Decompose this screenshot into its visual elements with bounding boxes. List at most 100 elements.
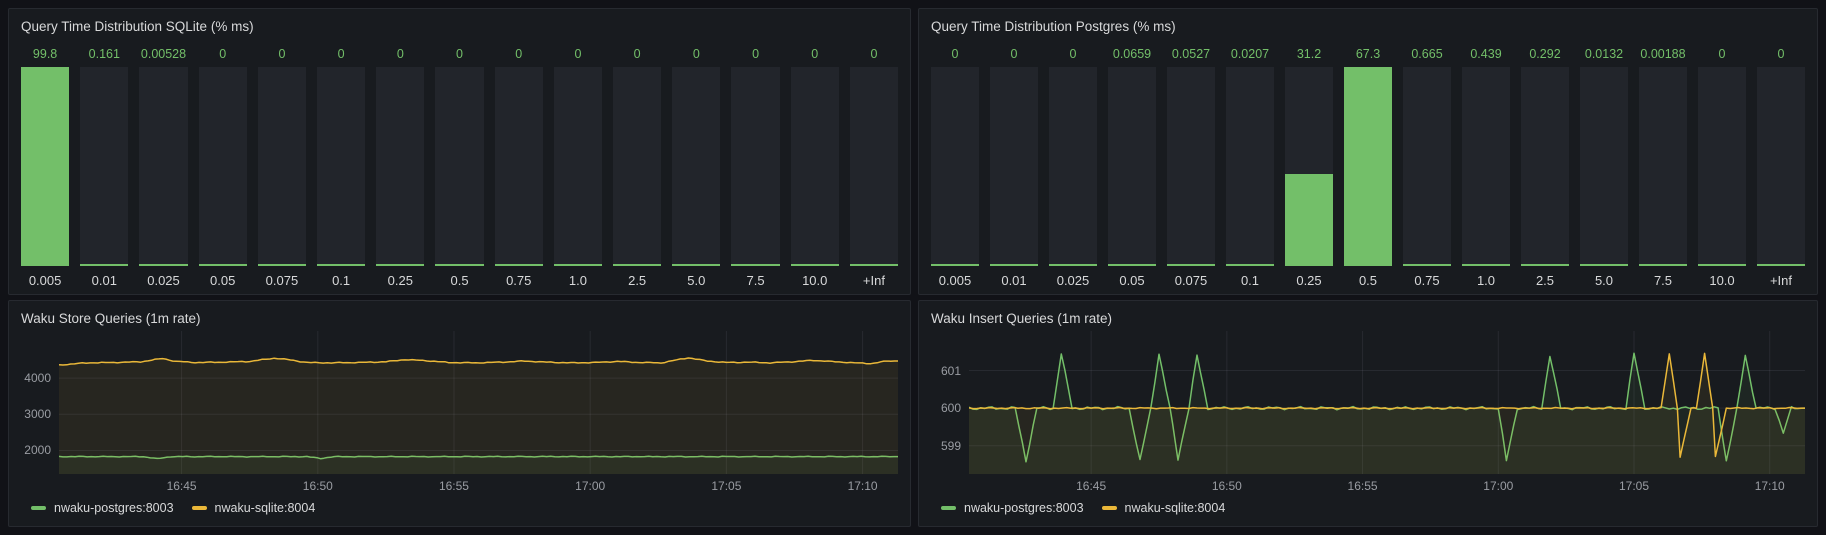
bar-value-label: 0 bbox=[258, 41, 306, 67]
bar-category-label: 7.5 bbox=[1639, 266, 1687, 288]
bar-value-label: 0.00528 bbox=[139, 41, 187, 67]
dashboard-grid: Query Time Distribution SQLite (% ms) 99… bbox=[0, 0, 1826, 535]
bar-category-label: 0.05 bbox=[199, 266, 247, 288]
bar-column: 00.25 bbox=[376, 41, 424, 288]
bar-column: 99.80.005 bbox=[21, 41, 69, 288]
bar-column: 0.01325.0 bbox=[1580, 41, 1628, 288]
bar-track bbox=[1757, 67, 1805, 266]
bar-category-label: 2.5 bbox=[1521, 266, 1569, 288]
panel-title[interactable]: Waku Insert Queries (1m rate) bbox=[931, 309, 1112, 329]
bar-category-label: 0.75 bbox=[1403, 266, 1451, 288]
bar-fill bbox=[672, 264, 720, 266]
bar-category-label: 7.5 bbox=[731, 266, 779, 288]
bar-fill bbox=[1285, 174, 1333, 266]
bar-category-label: 0.075 bbox=[1167, 266, 1215, 288]
panel-query-time-distribution-sqlite: Query Time Distribution SQLite (% ms) 99… bbox=[8, 8, 911, 295]
bar-fill bbox=[1698, 264, 1746, 266]
bar-value-label: 0 bbox=[672, 41, 720, 67]
bar-column: 00.05 bbox=[199, 41, 247, 288]
bar-gauge-chart: 00.00500.0100.0250.06590.050.05270.0750.… bbox=[931, 41, 1805, 288]
bar-track bbox=[1639, 67, 1687, 266]
bar-fill bbox=[1580, 264, 1628, 266]
bar-track bbox=[554, 67, 602, 266]
bar-column: 010.0 bbox=[1698, 41, 1746, 288]
bar-column: 67.30.5 bbox=[1344, 41, 1392, 288]
panel-title[interactable]: Waku Store Queries (1m rate) bbox=[21, 309, 201, 329]
bar-category-label: 0.5 bbox=[435, 266, 483, 288]
y-tick-label: 600 bbox=[941, 401, 961, 415]
bar-column: 0+Inf bbox=[1757, 41, 1805, 288]
bar-category-label: 10.0 bbox=[791, 266, 839, 288]
bar-value-label: 0.0527 bbox=[1167, 41, 1215, 67]
bar-value-label: 0.0207 bbox=[1226, 41, 1274, 67]
panel-title[interactable]: Query Time Distribution SQLite (% ms) bbox=[21, 17, 254, 37]
bar-column: 0+Inf bbox=[850, 41, 898, 288]
bar-value-label: 0 bbox=[613, 41, 661, 67]
bar-column: 02.5 bbox=[613, 41, 661, 288]
bar-track bbox=[376, 67, 424, 266]
bar-track bbox=[139, 67, 187, 266]
bar-category-label: 0.01 bbox=[990, 266, 1038, 288]
bar-column: 00.005 bbox=[931, 41, 979, 288]
x-tick-label: 16:55 bbox=[1348, 479, 1378, 493]
bar-value-label: 0.00188 bbox=[1639, 41, 1687, 67]
bar-category-label: 0.5 bbox=[1344, 266, 1392, 288]
panel-query-time-distribution-postgres: Query Time Distribution Postgres (% ms) … bbox=[918, 8, 1818, 295]
x-tick-label: 17:05 bbox=[711, 479, 741, 493]
y-axis: 599600601 bbox=[931, 331, 969, 474]
x-axis: 16:4516:5016:5517:0017:0517:10 bbox=[21, 474, 898, 496]
x-tick-label: 17:05 bbox=[1619, 479, 1649, 493]
x-axis: 16:4516:5016:5517:0017:0517:10 bbox=[931, 474, 1805, 496]
time-series-chart: 200030004000 16:4516:5016:5517:0017:0517… bbox=[21, 331, 898, 520]
bar-fill bbox=[791, 264, 839, 266]
bar-column: 00.01 bbox=[990, 41, 1038, 288]
y-tick-label: 2000 bbox=[24, 443, 51, 457]
legend-item[interactable]: nwaku-sqlite:8004 bbox=[1102, 501, 1226, 515]
bar-category-label: 0.1 bbox=[317, 266, 365, 288]
bar-category-label: 0.025 bbox=[1049, 266, 1097, 288]
y-tick-label: 599 bbox=[941, 439, 961, 453]
bar-fill bbox=[1639, 264, 1687, 266]
y-tick-label: 4000 bbox=[24, 371, 51, 385]
bar-track bbox=[1462, 67, 1510, 266]
plot-svg bbox=[969, 331, 1805, 474]
bar-fill bbox=[731, 264, 779, 266]
bar-track bbox=[1285, 67, 1333, 266]
bar-column: 0.02070.1 bbox=[1226, 41, 1274, 288]
bar-value-label: 0 bbox=[376, 41, 424, 67]
bar-fill bbox=[850, 264, 898, 266]
bar-column: 05.0 bbox=[672, 41, 720, 288]
bar-value-label: 0 bbox=[1698, 41, 1746, 67]
bar-column: 00.75 bbox=[495, 41, 543, 288]
bar-track bbox=[258, 67, 306, 266]
legend: nwaku-postgres:8003 nwaku-sqlite:8004 bbox=[21, 496, 898, 520]
bar-track bbox=[317, 67, 365, 266]
bar-category-label: 0.025 bbox=[139, 266, 187, 288]
legend-series-label: nwaku-sqlite:8004 bbox=[215, 501, 316, 515]
legend-item[interactable]: nwaku-sqlite:8004 bbox=[192, 501, 316, 515]
bar-category-label: 5.0 bbox=[672, 266, 720, 288]
bar-column: 0.4391.0 bbox=[1462, 41, 1510, 288]
panel-waku-insert-queries: Waku Insert Queries (1m rate) 599600601 … bbox=[918, 300, 1818, 527]
bar-category-label: 0.01 bbox=[80, 266, 128, 288]
x-tick-label: 17:00 bbox=[575, 479, 605, 493]
bar-column: 00.075 bbox=[258, 41, 306, 288]
bar-value-label: 0 bbox=[731, 41, 779, 67]
bar-track bbox=[791, 67, 839, 266]
bar-fill bbox=[1521, 264, 1569, 266]
bar-category-label: 0.25 bbox=[1285, 266, 1333, 288]
legend-item[interactable]: nwaku-postgres:8003 bbox=[31, 501, 174, 515]
bar-value-label: 0.0132 bbox=[1580, 41, 1628, 67]
bar-track bbox=[1226, 67, 1274, 266]
panel-title[interactable]: Query Time Distribution Postgres (% ms) bbox=[931, 17, 1176, 37]
chart-body: 200030004000 bbox=[21, 331, 898, 474]
bar-value-label: 0 bbox=[317, 41, 365, 67]
x-tick-label: 17:10 bbox=[848, 479, 878, 493]
bar-column: 0.00528 0.025 bbox=[139, 41, 187, 288]
bar-track bbox=[672, 67, 720, 266]
bar-track bbox=[1403, 67, 1451, 266]
bar-category-label: 0.75 bbox=[495, 266, 543, 288]
chart-body: 599600601 bbox=[931, 331, 1805, 474]
bar-value-label: 0.161 bbox=[80, 41, 128, 67]
legend-item[interactable]: nwaku-postgres:8003 bbox=[941, 501, 1084, 515]
